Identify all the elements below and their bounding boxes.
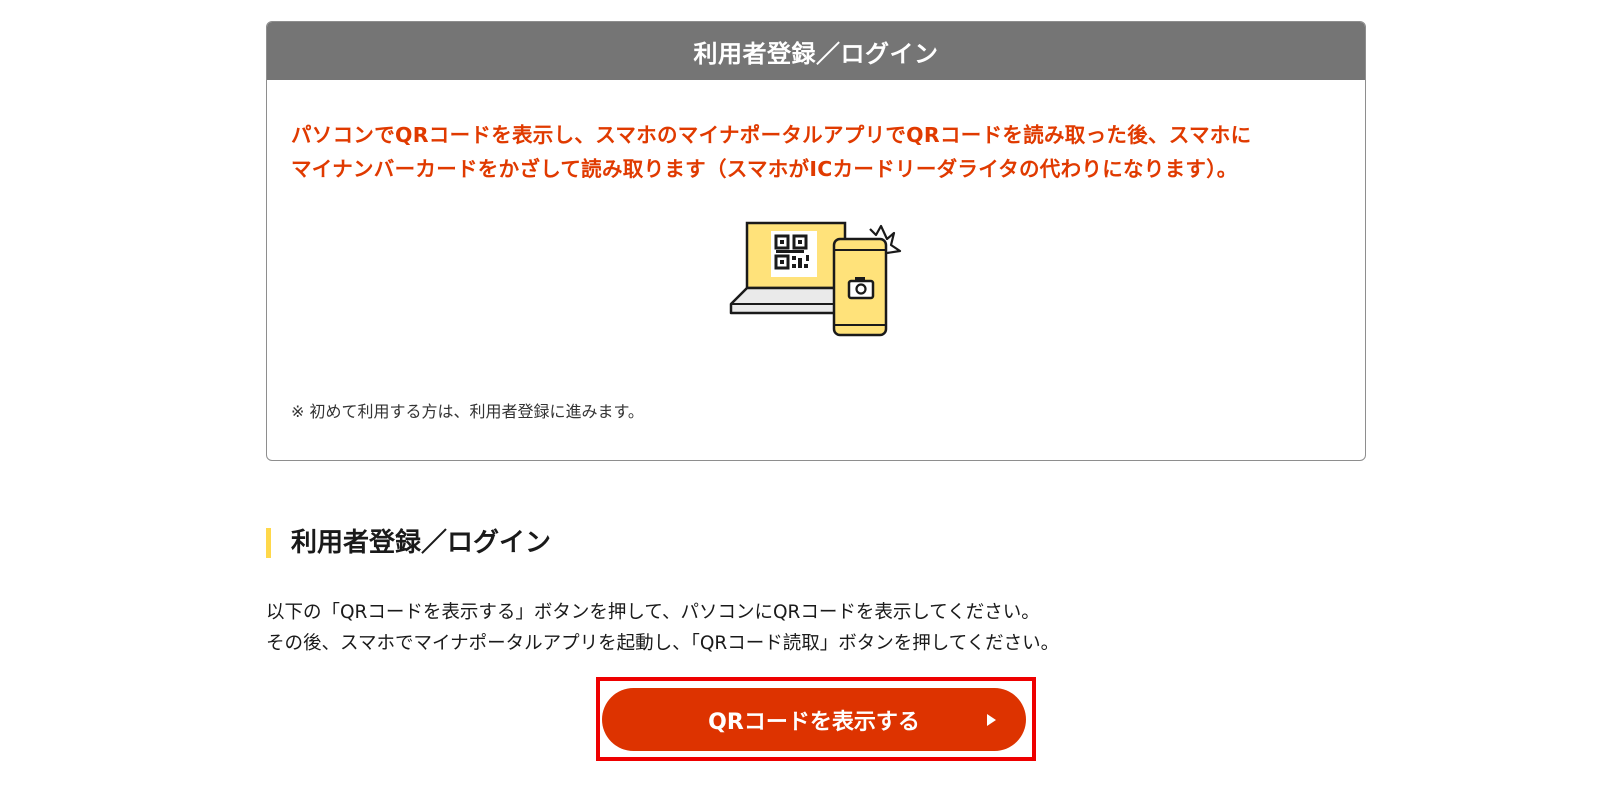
- camera-icon: [847, 277, 875, 300]
- section-description: 以下の「QRコードを表示する」ボタンを押して、パソコンにQRコードを表示してくだ…: [266, 597, 1059, 659]
- card-lead-line-1: パソコンでQRコードを表示し、スマホのマイナポータルアプリでQRコードを読み取っ…: [291, 123, 1252, 147]
- section-description-line-2: その後、スマホでマイナポータルアプリを起動し、「QRコード読取」ボタンを押してく…: [266, 633, 1060, 654]
- show-qr-code-button[interactable]: QRコードを表示する: [602, 688, 1026, 751]
- first-time-note: ※ 初めて利用する方は、利用者登録に進みます。: [291, 402, 644, 421]
- show-qr-code-button-label: QRコードを表示する: [708, 709, 920, 735]
- card-lead-text: パソコンでQRコードを表示し、スマホのマイナポータルアプリでQRコードを読み取っ…: [291, 118, 1341, 186]
- pc-smartphone-qr-illustration: [729, 221, 902, 337]
- login-info-card: 利用者登録／ログイン パソコンでQRコードを表示し、スマホのマイナポータルアプリ…: [266, 21, 1366, 461]
- card-header-title: 利用者登録／ログイン: [267, 22, 1365, 80]
- card-lead-line-2: マイナンバーカードをかざして読み取ります（スマホがICカードリーダライタの代わり…: [291, 157, 1238, 181]
- page: 利用者登録／ログイン パソコンでQRコードを表示し、スマホのマイナポータルアプリ…: [0, 0, 1624, 789]
- qr-code-icon: [771, 231, 817, 277]
- section-description-line-1: 以下の「QRコードを表示する」ボタンを押して、パソコンにQRコードを表示してくだ…: [266, 602, 1040, 623]
- section-title: 利用者登録／ログイン: [266, 528, 551, 558]
- play-arrow-icon: [987, 713, 996, 726]
